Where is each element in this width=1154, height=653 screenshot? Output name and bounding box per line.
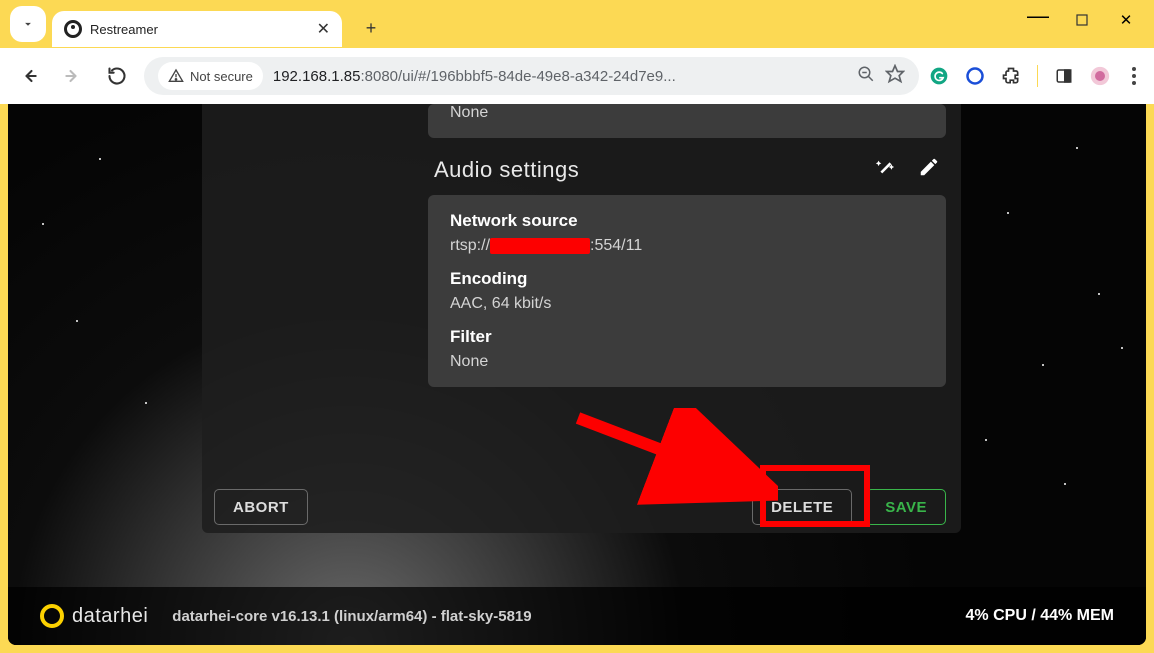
- filter-heading: Filter: [450, 327, 924, 347]
- not-secure-label: Not secure: [190, 69, 253, 84]
- security-chip[interactable]: Not secure: [158, 62, 263, 90]
- system-stats: 4% CPU / 44% MEM: [966, 607, 1114, 625]
- minimize-button[interactable]: —: [1016, 0, 1060, 36]
- profile-button[interactable]: [10, 6, 46, 42]
- encoding-heading: Encoding: [450, 269, 924, 289]
- side-panel-icon[interactable]: [1054, 66, 1074, 86]
- datarhei-logo[interactable]: datarhei: [40, 604, 148, 628]
- audio-settings-group: Network source rtsp://:554/11 Encoding A…: [428, 195, 946, 387]
- close-icon[interactable]: ✕: [317, 19, 330, 39]
- app-viewport: None Audio settings Network source rtsp:…: [8, 104, 1146, 645]
- maximize-button[interactable]: [1060, 0, 1104, 40]
- reload-button[interactable]: [100, 59, 134, 93]
- chrome-menu-button[interactable]: [1126, 67, 1142, 85]
- logo-text: datarhei: [72, 605, 148, 628]
- window-close-button[interactable]: ✕: [1104, 0, 1148, 40]
- address-bar: Not secure 192.168.1.85:8080/ui/#/196bbb…: [0, 48, 1154, 104]
- back-button[interactable]: [12, 59, 46, 93]
- abort-button[interactable]: ABORT: [214, 489, 308, 525]
- extensions-row: [929, 65, 1142, 87]
- tab-favicon: [64, 20, 82, 38]
- omnibox[interactable]: Not secure 192.168.1.85:8080/ui/#/196bbb…: [144, 57, 919, 95]
- audio-section-header: Audio settings: [428, 156, 946, 183]
- url-display: 192.168.1.85:8080/ui/#/196bbbf5-84de-49e…: [273, 68, 847, 85]
- omnibox-actions: [857, 64, 905, 89]
- separator: [1037, 65, 1038, 87]
- audio-section-title: Audio settings: [434, 157, 579, 183]
- settings-panel: None Audio settings Network source rtsp:…: [428, 104, 946, 405]
- annotation-highlight-box: [760, 465, 870, 527]
- new-tab-button[interactable]: +: [358, 15, 384, 41]
- logo-ring-icon: [40, 604, 64, 628]
- tab-title: Restreamer: [90, 22, 309, 37]
- filter-value: None: [450, 353, 924, 371]
- zoom-icon[interactable]: [857, 65, 875, 88]
- magic-wand-icon[interactable]: [874, 156, 896, 183]
- save-button[interactable]: SAVE: [866, 489, 946, 525]
- browser-tab[interactable]: Restreamer ✕: [52, 11, 342, 47]
- video-filter-value: None: [450, 104, 924, 122]
- network-source-heading: Network source: [450, 211, 924, 231]
- edit-pencil-icon[interactable]: [918, 156, 940, 183]
- footer-bar: datarhei datarhei-core v16.13.1 (linux/a…: [8, 587, 1146, 645]
- extensions-button[interactable]: [1001, 66, 1021, 86]
- encoding-value: AAC, 64 kbit/s: [450, 295, 924, 313]
- network-source-value: rtsp://:554/11: [450, 237, 924, 255]
- extension-grammarly-icon[interactable]: [929, 66, 949, 86]
- extension-circle-icon[interactable]: [965, 66, 985, 86]
- core-version-info: datarhei-core v16.13.1 (linux/arm64) - f…: [172, 608, 531, 625]
- forward-button[interactable]: [56, 59, 90, 93]
- profile-avatar[interactable]: [1090, 66, 1110, 86]
- redacted-ip: [490, 238, 590, 254]
- window-controls: — ✕: [1016, 0, 1148, 40]
- browser-tabstrip: Restreamer ✕ + — ✕: [0, 0, 1154, 48]
- bookmark-star-icon[interactable]: [885, 64, 905, 89]
- video-filter-group: None: [428, 104, 946, 138]
